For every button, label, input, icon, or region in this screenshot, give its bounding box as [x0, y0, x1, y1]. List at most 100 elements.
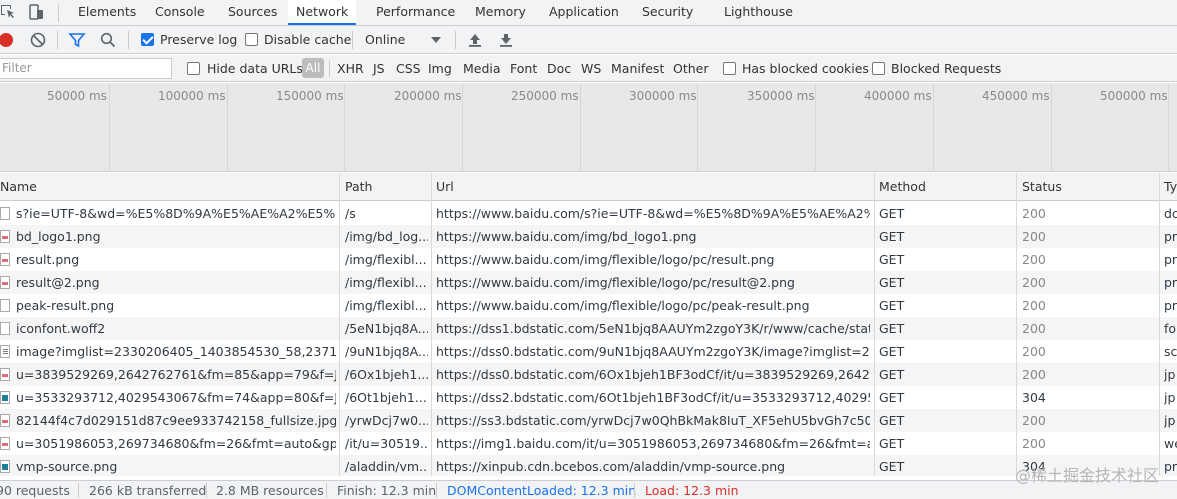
- table-row[interactable]: iconfont.woff2/5eN1bjq8A... https://dss1.…: [0, 317, 1177, 340]
- tab-sources[interactable]: Sources: [220, 0, 285, 25]
- timeline-overview[interactable]: 50000 ms 100000 ms 150000 ms 200000 ms 2…: [0, 83, 1177, 172]
- finish-time: Finish: 12.3 min: [337, 483, 437, 498]
- timeline-gridline: [933, 83, 934, 172]
- cell-status: 200: [1022, 321, 1046, 336]
- import-har-icon[interactable]: [466, 31, 484, 49]
- filter-type-font[interactable]: Font: [510, 61, 537, 76]
- timeline-tick-label: 400000 ms: [864, 89, 932, 103]
- export-har-icon[interactable]: [497, 31, 515, 49]
- tab-performance[interactable]: Performance: [368, 0, 463, 25]
- table-row[interactable]: result@2.png/img/flexibl... https://www.b…: [0, 271, 1177, 294]
- filter-type-all[interactable]: All: [302, 58, 324, 78]
- file-type-icon: [0, 368, 10, 381]
- table-row[interactable]: 82144f4c7d029151d87c9ee933742158_fullsiz…: [0, 409, 1177, 432]
- cell-status: 200: [1022, 298, 1046, 313]
- clear-icon[interactable]: [29, 31, 47, 49]
- preserve-log-label[interactable]: Preserve log: [160, 32, 237, 47]
- divider: [57, 31, 58, 49]
- column-header-type[interactable]: Ty: [1164, 173, 1177, 201]
- request-table-header: Name Path Url Method Status Ty: [0, 173, 1177, 201]
- cell-method: GET: [879, 390, 905, 405]
- devtools-tabbar: Elements Console Sources Network Perform…: [0, 0, 1177, 26]
- timeline-gridline: [227, 83, 228, 172]
- table-row[interactable]: vmp-source.png/aladdin/vm... https://xinp…: [0, 455, 1177, 476]
- table-row[interactable]: image?imglist=2330206405_1403854530_58,2…: [0, 340, 1177, 363]
- device-toolbar-icon[interactable]: [28, 4, 44, 20]
- filter-icon[interactable]: [68, 31, 86, 49]
- tab-network[interactable]: Network: [288, 0, 357, 25]
- tab-lighthouse[interactable]: Lighthouse: [716, 0, 801, 25]
- cell-method: GET: [879, 459, 905, 474]
- cell-type: sc: [1164, 344, 1177, 359]
- filter-type-js[interactable]: JS: [373, 61, 385, 76]
- tab-application[interactable]: Application: [541, 0, 627, 25]
- file-type-icon: [0, 460, 10, 473]
- network-toolbar: Preserve log Disable cache Online: [0, 26, 1177, 54]
- column-divider[interactable]: [1016, 173, 1017, 476]
- file-type-icon: [0, 230, 10, 243]
- cell-status: 200: [1022, 436, 1046, 451]
- column-divider[interactable]: [874, 173, 875, 476]
- hide-data-urls-label[interactable]: Hide data URLs: [207, 61, 303, 76]
- column-header-method[interactable]: Method: [879, 173, 926, 201]
- domcontentloaded-time: DOMContentLoaded: 12.3 min: [447, 483, 637, 498]
- cell-type: pr: [1164, 275, 1177, 290]
- table-row[interactable]: peak-result.png/img/flexibl... https://ww…: [0, 294, 1177, 317]
- inspect-element-icon[interactable]: [0, 4, 16, 20]
- cell-name: image?imglist=2330206405_1403854530_58,2…: [16, 344, 336, 359]
- disable-cache-label[interactable]: Disable cache: [264, 32, 351, 47]
- filter-input[interactable]: Filter: [0, 58, 172, 79]
- hide-data-urls-checkbox[interactable]: [187, 62, 200, 75]
- filter-type-other[interactable]: Other: [673, 61, 709, 76]
- column-header-path[interactable]: Path: [345, 173, 372, 201]
- timeline-tick-label: 300000 ms: [629, 89, 697, 103]
- record-icon[interactable]: [0, 31, 16, 49]
- column-header-status[interactable]: Status: [1022, 173, 1062, 201]
- chevron-down-icon[interactable]: [431, 36, 441, 44]
- tab-console[interactable]: Console: [147, 0, 213, 25]
- blocked-requests-label[interactable]: Blocked Requests: [891, 61, 1001, 76]
- preserve-log-checkbox[interactable]: [141, 33, 154, 46]
- tab-memory[interactable]: Memory: [467, 0, 534, 25]
- table-row[interactable]: u=3533293712,4029543067&fm=74&app=80&f=J…: [0, 386, 1177, 409]
- file-type-icon: [0, 253, 10, 266]
- filter-type-ws[interactable]: WS: [581, 61, 601, 76]
- cell-path: /5eN1bjq8A...: [345, 321, 428, 336]
- column-divider[interactable]: [339, 173, 340, 476]
- filter-type-manifest[interactable]: Manifest: [611, 61, 664, 76]
- column-header-name[interactable]: Name: [0, 173, 37, 201]
- disable-cache-checkbox[interactable]: [245, 33, 258, 46]
- cell-name: u=3051986053,269734680&fm=26&fmt=auto&gp…: [16, 436, 336, 451]
- file-type-icon: [0, 391, 10, 404]
- cell-name: 82144f4c7d029151d87c9ee933742158_fullsiz…: [16, 413, 336, 428]
- column-header-url[interactable]: Url: [436, 173, 454, 201]
- tab-security[interactable]: Security: [634, 0, 701, 25]
- has-blocked-cookies-checkbox[interactable]: [723, 62, 736, 75]
- table-row[interactable]: s?ie=UTF-8&wd=%E5%8D%9A%E5%AE%A2%E5%9B..…: [0, 202, 1177, 225]
- cell-status: 200: [1022, 275, 1046, 290]
- cell-path: /6Ot1bjeh1...: [345, 390, 427, 405]
- cell-path: /s: [345, 206, 356, 221]
- cell-method: GET: [879, 436, 905, 451]
- tab-elements[interactable]: Elements: [70, 0, 144, 25]
- filter-type-img[interactable]: Img: [428, 61, 452, 76]
- column-divider[interactable]: [431, 173, 432, 476]
- filter-type-xhr[interactable]: XHR: [337, 61, 364, 76]
- table-row[interactable]: u=3051986053,269734680&fm=26&fmt=auto&gp…: [0, 432, 1177, 455]
- cell-name: result.png: [16, 252, 80, 267]
- filter-type-css[interactable]: CSS: [396, 61, 421, 76]
- table-row[interactable]: result.png/img/flexibl... https://www.bai…: [0, 248, 1177, 271]
- cell-name: u=3533293712,4029543067&fm=74&app=80&f=J…: [16, 390, 336, 405]
- cell-method: GET: [879, 344, 905, 359]
- throttle-select[interactable]: Online: [365, 32, 405, 47]
- column-divider[interactable]: [1159, 173, 1160, 476]
- filter-type-media[interactable]: Media: [463, 61, 501, 76]
- cell-type: pr: [1164, 298, 1177, 313]
- has-blocked-cookies-label[interactable]: Has blocked cookies: [742, 61, 869, 76]
- search-icon[interactable]: [99, 31, 117, 49]
- filter-type-doc[interactable]: Doc: [547, 61, 571, 76]
- cell-method: GET: [879, 275, 905, 290]
- table-row[interactable]: bd_logo1.png/img/bd_log... https://www.ba…: [0, 225, 1177, 248]
- blocked-requests-checkbox[interactable]: [872, 62, 885, 75]
- table-row[interactable]: u=3839529269,2642762761&fm=85&app=79&f=J…: [0, 363, 1177, 386]
